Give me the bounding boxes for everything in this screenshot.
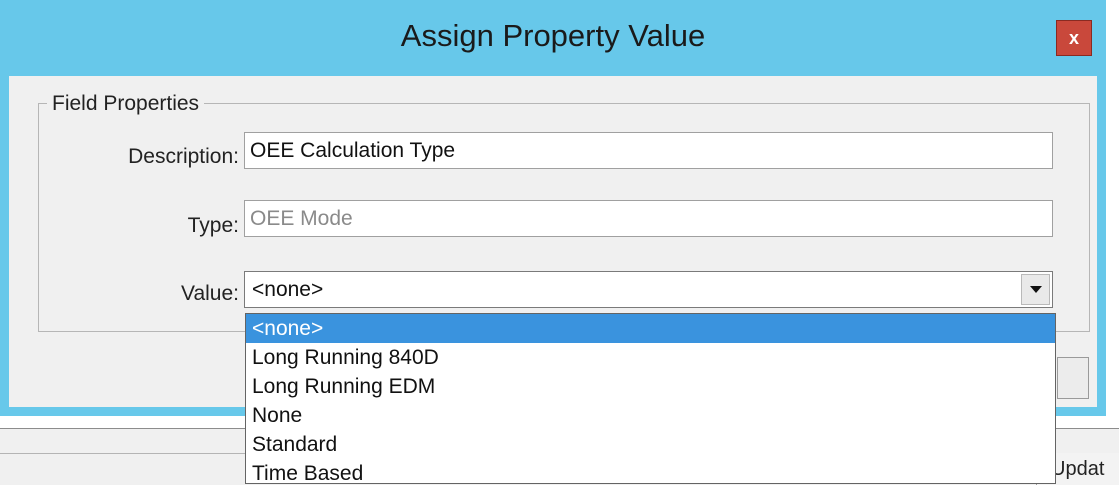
dropdown-option-long-running-840d[interactable]: Long Running 840D (246, 343, 1055, 372)
group-label: Field Properties (47, 92, 205, 116)
value-dropdown-list: <none> Long Running 840D Long Running ED… (245, 313, 1056, 484)
value-selected-text: <none> (252, 278, 324, 301)
dropdown-option-standard[interactable]: Standard (246, 430, 1055, 459)
dropdown-option-none-placeholder[interactable]: <none> (246, 314, 1055, 343)
chevron-down-icon (1029, 286, 1042, 293)
dropdown-option-none[interactable]: None (246, 401, 1055, 430)
close-button[interactable]: x (1056, 20, 1092, 56)
combo-dropdown-button[interactable] (1021, 274, 1050, 305)
dropdown-option-long-running-edm[interactable]: Long Running EDM (246, 372, 1055, 401)
value-combobox[interactable]: <none> (244, 271, 1053, 308)
close-icon: x (1068, 27, 1079, 48)
dialog-title: Assign Property Value (400, 18, 706, 53)
description-label: Description: (128, 145, 239, 168)
description-field[interactable]: OEE Calculation Type (244, 132, 1053, 169)
partially-hidden-button[interactable] (1057, 357, 1089, 399)
value-label: Value: (181, 282, 239, 305)
type-label: Type: (187, 214, 239, 237)
type-field: OEE Mode (244, 200, 1053, 237)
dropdown-option-time-based[interactable]: Time Based (246, 459, 1055, 483)
